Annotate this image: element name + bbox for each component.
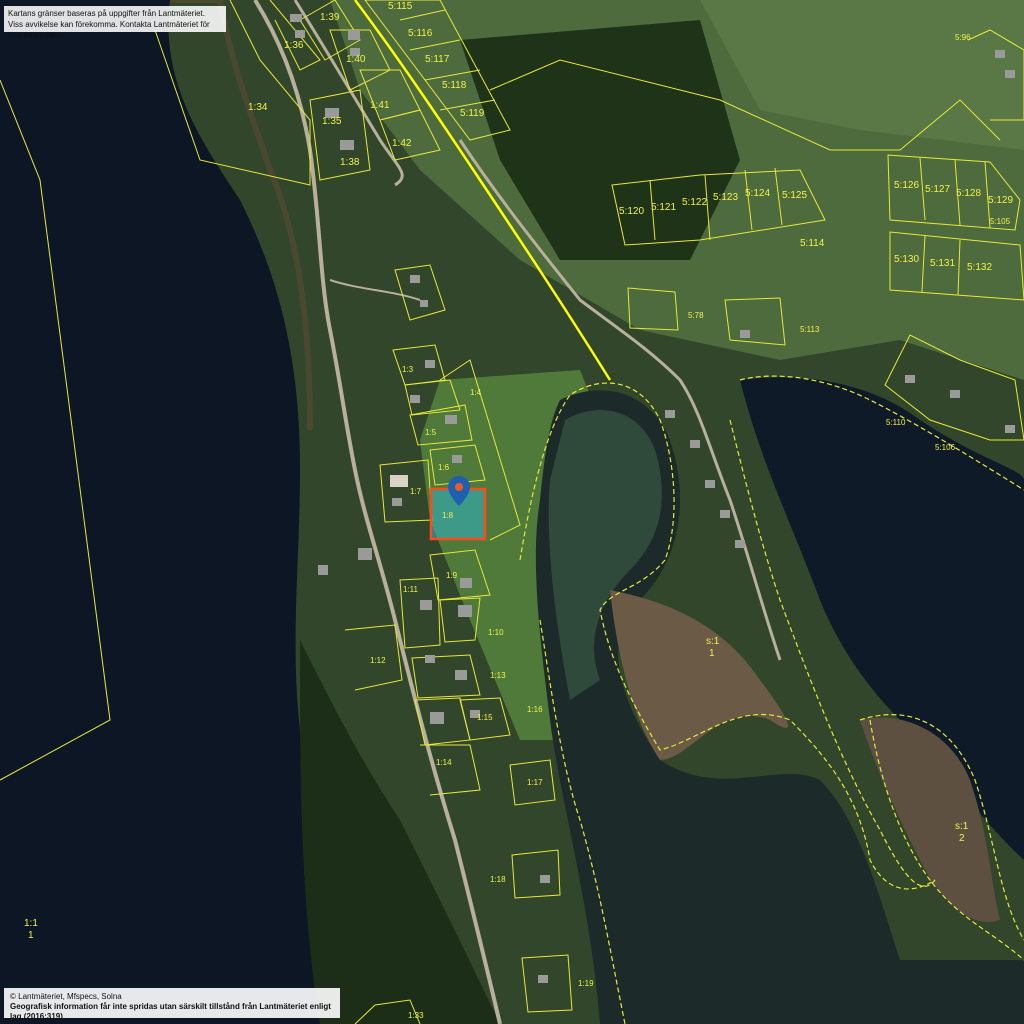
parcel-label-1-19: 1:19 [578, 979, 594, 988]
parcel-label-1-8: 1:8 [442, 511, 454, 520]
parcel-label-5-110: 5:110 [886, 418, 906, 427]
parcel-label-1-40: 1:40 [346, 54, 366, 65]
parcel-label-1-35: 1:35 [322, 116, 342, 127]
parcel-label-5-119: 5:119 [460, 108, 485, 119]
parcel-label-5-105: 5:105 [990, 217, 1011, 226]
parcel-label-1-16: 1:16 [527, 705, 543, 714]
parcel-label-5-124: 5:124 [745, 188, 770, 199]
boundary-disclaimer-line2: Viss avvikelse kan förekomma. Kontakta L… [8, 20, 210, 40]
parcel-label-1-36: 1:36 [284, 40, 304, 51]
parcel-label-s1-number: 1 [709, 648, 715, 659]
map-pin-icon[interactable] [448, 476, 470, 506]
parcel-label-5-113: 5:113 [800, 325, 820, 334]
parcel-label-1-4: 1:4 [470, 388, 482, 397]
parcel-label-5-96: 5:96 [955, 33, 971, 42]
parcel-label-5-131: 5:131 [930, 258, 955, 269]
boundary-disclaimer-line1: Kartans gränser baseras på uppgifter frå… [8, 9, 205, 18]
parcel-label-5-120: 5:120 [619, 206, 644, 217]
parcel-label-1-13: 1:13 [490, 671, 506, 680]
parcel-label-1-3: 1:3 [402, 365, 414, 374]
parcel-label-1-42: 1:42 [392, 138, 412, 149]
parcel-label-5-121: 5:121 [651, 202, 676, 213]
parcel-label-1-5: 1:5 [425, 428, 437, 437]
parcel-label-5-128: 5:128 [956, 188, 981, 199]
parcel-label-5-117: 5:117 [425, 54, 450, 65]
parcel-label-1-1: 1:1 [24, 918, 38, 929]
parcel-label-s1-2: s:1 [955, 821, 969, 832]
parcel-label-1-38: 1:38 [340, 157, 360, 168]
parcel-label-1-6: 1:6 [438, 463, 450, 472]
parcel-label-5-132: 5:132 [967, 262, 992, 273]
parcel-label-5-115: 5:115 [388, 1, 413, 12]
parcel-label-1-7: 1:7 [410, 487, 422, 496]
parcel-label-1-11: 1:11 [403, 585, 419, 594]
parcel-label-5-130: 5:130 [894, 254, 919, 265]
parcel-label-1-41: 1:41 [370, 100, 390, 111]
parcel-label-5-106: 5:106 [935, 443, 956, 452]
parcel-label-s1-2-number: 2 [959, 833, 965, 844]
parcel-label-1-17: 1:17 [527, 778, 543, 787]
copyright-line: © Lantmäteriet, Mfspecs, Solna [10, 992, 122, 1001]
parcel-label-1-33: 1:33 [408, 1011, 424, 1020]
parcel-label-1-14: 1:14 [436, 758, 452, 767]
parcel-label-1-1-number: 1 [28, 930, 34, 941]
parcel-label-5-116: 5:116 [408, 28, 433, 39]
parcel-label-5-123: 5:123 [713, 192, 738, 203]
parcel-label-5-122: 5:122 [682, 197, 707, 208]
parcel-label-s1: s:1 [706, 636, 720, 647]
parcel-label-5-78: 5:78 [688, 311, 704, 320]
parcel-label-1-39: 1:39 [320, 12, 340, 23]
parcel-label-1-15: 1:15 [477, 713, 493, 722]
parcel-label-1-34: 1:34 [248, 102, 268, 113]
parcel-label-5-126: 5:126 [894, 180, 919, 191]
parcel-label-5-114: 5:114 [800, 238, 825, 249]
distribution-notice: Geografisk information får inte spridas … [10, 1002, 331, 1021]
parcel-label-5-118: 5:118 [442, 80, 467, 91]
parcel-label-1-18: 1:18 [490, 875, 506, 884]
parcel-label-5-129: 5:129 [988, 195, 1013, 206]
parcel-label-1-9: 1:9 [446, 571, 458, 580]
copyright-notice: © Lantmäteriet, Mfspecs, Solna Geografis… [4, 988, 340, 1021]
parcel-label-5-127: 5:127 [925, 184, 950, 195]
parcel-label-1-10: 1:10 [488, 628, 504, 637]
parcel-label-5-125: 5:125 [782, 190, 807, 201]
boundary-disclaimer: Kartans gränser baseras på uppgifter frå… [4, 6, 226, 40]
map-canvas[interactable]: 1:36 1:39 1:40 1:41 1:42 1:35 1:38 1:34 … [0, 0, 1024, 1024]
parcel-label-1-12: 1:12 [370, 656, 386, 665]
